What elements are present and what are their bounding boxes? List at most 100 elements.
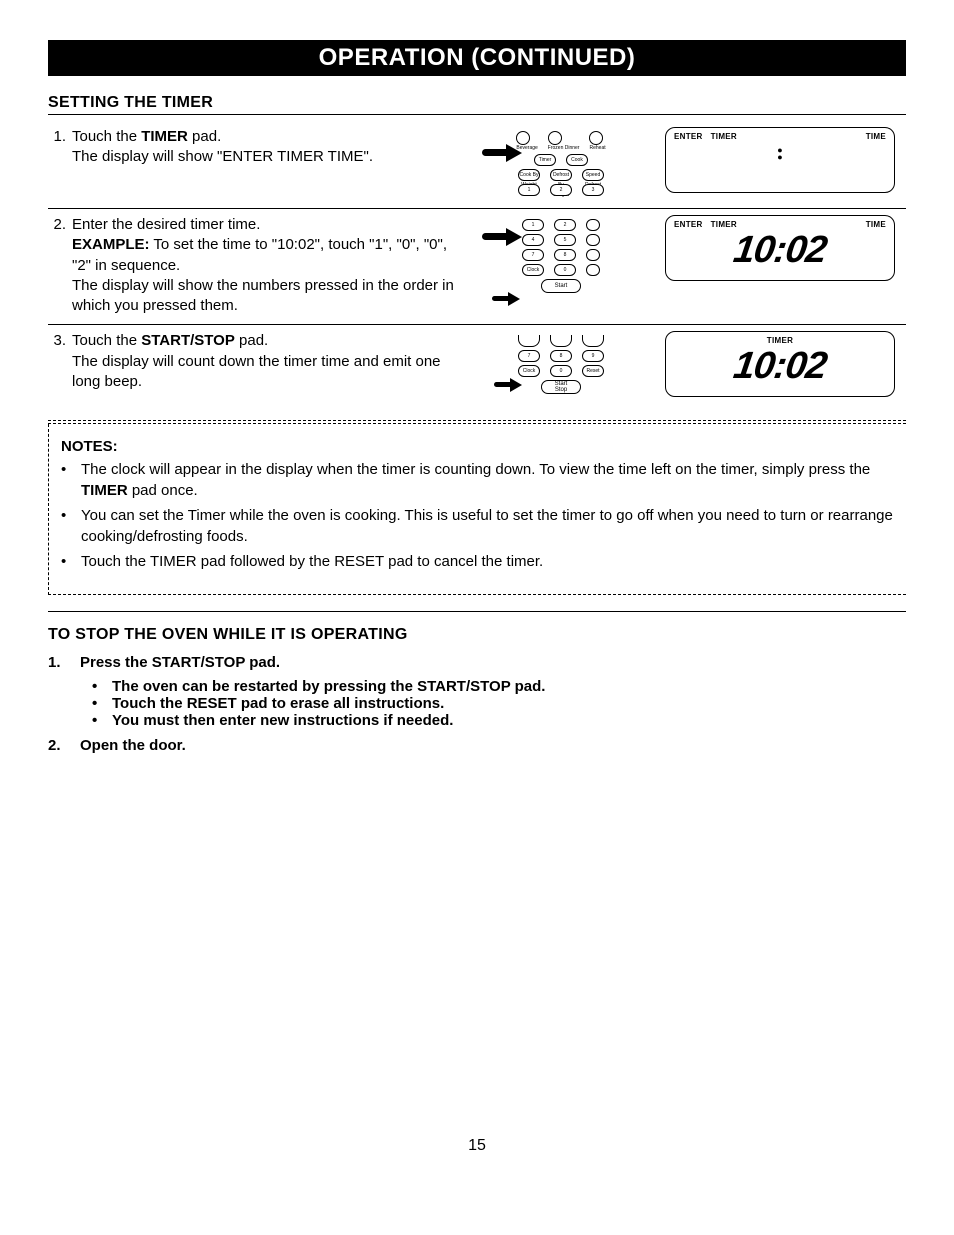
text-bold: TIMER	[81, 482, 128, 499]
lcd-label: ENTER	[674, 220, 703, 229]
lcd-display: ENTER TIMER TIME ●●	[654, 127, 906, 193]
button-icon	[516, 131, 530, 145]
list-item: The oven can be restarted by pressing th…	[92, 678, 906, 695]
text-bold: TIMER	[141, 128, 188, 145]
text: pad.	[188, 128, 221, 145]
list-item: You must then enter new instructions if …	[92, 712, 906, 729]
text: The display will count down the timer ti…	[72, 353, 441, 390]
num-button-icon: 8	[550, 350, 572, 362]
notes-list: The clock will appear in the display whe…	[61, 459, 896, 572]
button-icon: Cook By Weight	[518, 169, 540, 181]
stop-sublist: The oven can be restarted by pressing th…	[92, 678, 906, 729]
text: The display will show the numbers presse…	[72, 277, 454, 314]
num-button-icon: 7	[518, 350, 540, 362]
text: You must then enter new instructions if …	[112, 712, 453, 729]
stop-list: 2. Open the door.	[48, 735, 906, 757]
step-row: 3. Touch the START/STOP pad. The display…	[48, 325, 906, 406]
timer-button-icon: Timer	[534, 154, 556, 166]
num-button-icon	[582, 335, 604, 347]
step-text: 2. Enter the desired timer time. EXAMPLE…	[48, 215, 468, 316]
text: Touch the	[72, 332, 141, 349]
cook-button-icon: Cook	[566, 154, 588, 166]
list-item: Touch the RESET pad to erase all instruc…	[92, 695, 906, 712]
label: Reheat	[589, 145, 605, 151]
lcd-label: TIMER	[767, 336, 793, 345]
num-button-icon: 3	[582, 184, 604, 196]
lcd-display: TIMER 10:02	[654, 331, 906, 397]
lcd-label: TIME	[866, 220, 886, 229]
step-body: Touch the START/STOP pad. The display wi…	[72, 331, 468, 392]
num-button-icon: 2	[550, 184, 572, 196]
step-row: 2. Enter the desired timer time. EXAMPLE…	[48, 209, 906, 325]
page-banner: OPERATION (CONTINUED)	[48, 40, 906, 76]
step-body: Touch the TIMER pad. The display will sh…	[72, 127, 468, 168]
lcd-time: 10:02	[671, 231, 888, 269]
list-item: You can set the Timer while the oven is …	[61, 505, 896, 547]
list-item: Touch the TIMER pad followed by the RESE…	[61, 551, 896, 572]
num-button-icon	[586, 219, 600, 231]
button-icon	[548, 131, 562, 145]
num-button-icon: 5	[554, 234, 576, 246]
num-button-icon: 0	[554, 264, 576, 276]
step-number: 1.	[48, 127, 66, 168]
keypad-diagram: 7 8 9 Clock 0 Reset Start Stop	[476, 331, 646, 398]
step-number: 2.	[48, 215, 66, 316]
lcd-label: ENTER	[674, 132, 703, 141]
stop-list: 1. Press the START/STOP pad.	[48, 652, 906, 674]
lcd-label: TIME	[866, 132, 886, 141]
num-button-icon: 9	[582, 350, 604, 362]
num-button-icon: 2	[554, 219, 576, 231]
num-button-icon: 7	[522, 249, 544, 261]
pointer-arrow-icon	[482, 229, 526, 245]
reset-button-icon: Reset	[582, 365, 604, 377]
text-bold: EXAMPLE:	[72, 236, 150, 253]
text: Press the START/STOP pad.	[80, 652, 280, 674]
lcd-time: 10:02	[671, 347, 888, 385]
step-number: 2.	[48, 735, 66, 757]
divider	[48, 611, 906, 612]
step-text: 1. Touch the TIMER pad. The display will…	[48, 127, 468, 168]
step-number: 1.	[48, 652, 66, 674]
text: The display will show "ENTER TIMER TIME"…	[72, 148, 373, 165]
section-title-timer: SETTING THE TIMER	[48, 94, 906, 115]
step-body: Enter the desired timer time. EXAMPLE: T…	[72, 215, 468, 316]
notes-title: NOTES:	[61, 438, 896, 455]
button-icon: Speed Defrost	[582, 169, 604, 181]
lcd-colon-icon: ●●	[674, 147, 886, 161]
pointer-arrow-icon	[494, 377, 538, 393]
pointer-arrow-icon	[482, 145, 526, 161]
text: Enter the desired timer time.	[72, 216, 260, 233]
start-stop-button-icon: Start	[541, 279, 581, 293]
text: Touch the TIMER pad followed by the RESE…	[81, 551, 543, 572]
button-icon	[589, 131, 603, 145]
text: Touch the	[72, 128, 141, 145]
text: pad.	[235, 332, 268, 349]
section-title-stop: TO STOP THE OVEN WHILE IT IS OPERATING	[48, 626, 906, 646]
label: Frozen Dinner	[548, 145, 580, 151]
list-item: 2. Open the door.	[48, 735, 906, 757]
step-row: 1. Touch the TIMER pad. The display will…	[48, 121, 906, 209]
num-button-icon	[586, 249, 600, 261]
num-button-icon	[586, 234, 600, 246]
start-stop-button-icon: Start Stop	[541, 380, 581, 394]
lcd-label: TIMER	[711, 220, 737, 229]
clock-button-icon: Clock	[518, 365, 540, 377]
label: Start	[542, 283, 580, 289]
text-bold: START/STOP	[141, 332, 235, 349]
lcd-label: TIMER	[711, 132, 737, 141]
clock-button-icon: Clock	[522, 264, 544, 276]
page-number: 15	[48, 1137, 906, 1155]
text: The oven can be restarted by pressing th…	[112, 678, 545, 695]
reset-button-icon	[586, 264, 600, 276]
timer-steps: 1. Touch the TIMER pad. The display will…	[48, 121, 906, 406]
num-button-icon: 0	[550, 365, 572, 377]
keypad-diagram: 1 2 4 5 7 8 Clock	[476, 215, 646, 297]
text: Open the door.	[80, 735, 186, 757]
step-number: 3.	[48, 331, 66, 392]
num-button-icon	[550, 335, 572, 347]
pointer-arrow-icon	[492, 291, 536, 307]
list-item: The clock will appear in the display whe…	[61, 459, 896, 501]
text: pad once.	[128, 482, 198, 499]
text: You can set the Timer while the oven is …	[81, 505, 896, 547]
step-text: 3. Touch the START/STOP pad. The display…	[48, 331, 468, 392]
